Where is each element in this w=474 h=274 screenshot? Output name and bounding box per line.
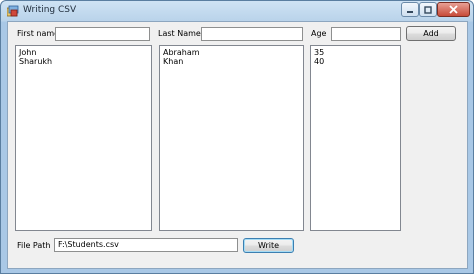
file-path-field[interactable]: F:\Students.csv — [54, 238, 238, 252]
minimize-icon — [407, 10, 413, 13]
last-name-field[interactable] — [201, 27, 303, 41]
last-name-list[interactable]: Abraham Khan — [159, 45, 304, 231]
first-name-list[interactable]: John Sharukh — [15, 45, 152, 231]
close-button[interactable] — [437, 2, 470, 17]
list-item[interactable]: John — [19, 48, 148, 57]
write-button[interactable]: Write — [243, 238, 294, 253]
window-title: Writing CSV — [23, 5, 77, 15]
file-path-label: File Path — [17, 241, 51, 250]
age-list[interactable]: 35 40 — [310, 45, 401, 231]
first-name-field[interactable] — [55, 27, 150, 41]
age-field[interactable] — [331, 27, 401, 41]
list-item[interactable]: Abraham — [163, 48, 300, 57]
maximize-icon — [424, 5, 432, 14]
form-area: First name Last Name Age Add John Sharuk… — [7, 21, 468, 269]
app-window: Writing CSV First name Last Name Age Add… — [0, 0, 474, 274]
app-icon — [7, 5, 19, 17]
title-bar[interactable]: Writing CSV — [1, 1, 473, 21]
list-item[interactable]: Khan — [163, 57, 300, 66]
first-name-label: First name — [17, 29, 60, 38]
last-name-label: Last Name — [158, 29, 201, 38]
maximize-button[interactable] — [419, 2, 437, 17]
minimize-button[interactable] — [401, 2, 419, 17]
list-item[interactable]: 40 — [314, 57, 397, 66]
age-label: Age — [311, 29, 327, 38]
list-item[interactable]: 35 — [314, 48, 397, 57]
close-icon — [449, 5, 458, 14]
add-button[interactable]: Add — [406, 26, 456, 41]
list-item[interactable]: Sharukh — [19, 57, 148, 66]
